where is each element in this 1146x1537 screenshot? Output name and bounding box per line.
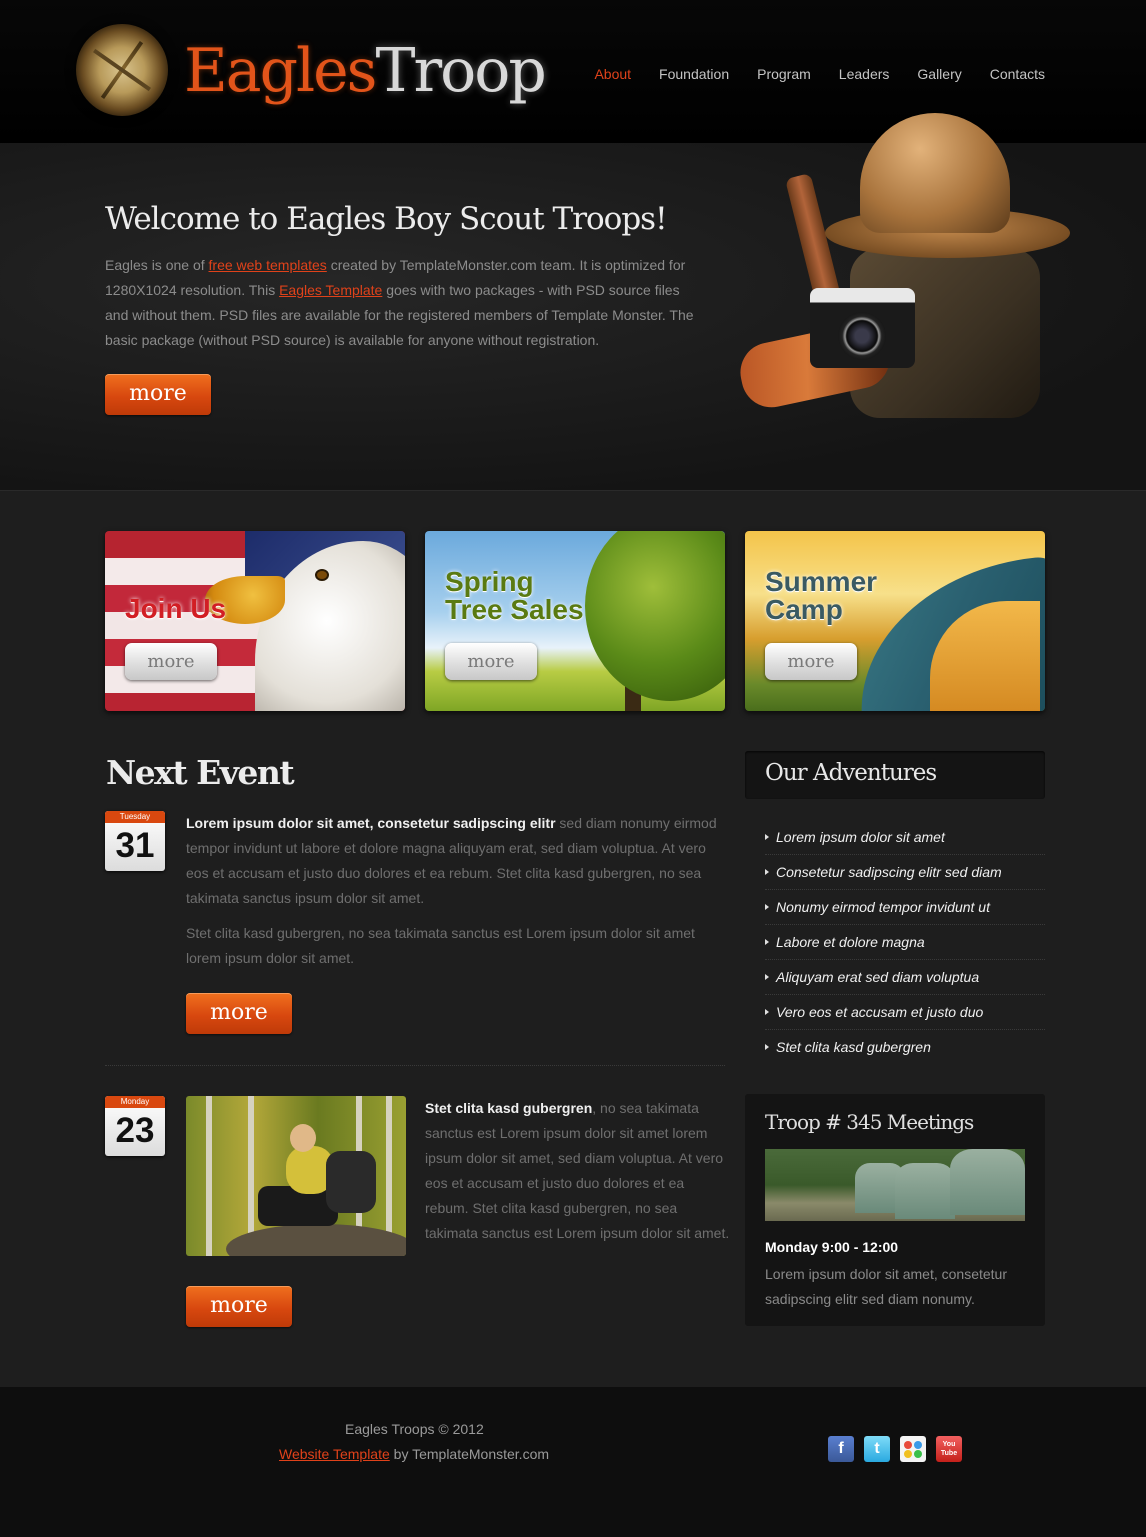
hero-section: Welcome to Eagles Boy Scout Troops! Eagl…: [0, 113, 1146, 491]
explorer-gear-image: [730, 113, 1075, 443]
promo-title-line1: Spring: [445, 566, 534, 597]
eagles-template-link[interactable]: Eagles Template: [279, 282, 382, 298]
promo-title: Join Us: [125, 595, 226, 623]
event-more-button[interactable]: more: [186, 1286, 292, 1327]
adventure-link[interactable]: Nonumy eirmod tempor invidunt ut: [765, 890, 1045, 925]
calendar-day-number: 31: [115, 826, 155, 865]
tent-shape: [895, 1163, 955, 1219]
promo-title: Summer Camp: [765, 568, 877, 624]
hero-title: Welcome to Eagles Boy Scout Troops!: [105, 201, 668, 237]
footer-credit: Website Template by TemplateMonster.com: [279, 1446, 549, 1462]
camera-illustration: [810, 288, 915, 368]
calendar-day-number: 23: [115, 1111, 155, 1150]
birch-trunk: [206, 1096, 212, 1256]
promo-title: Spring Tree Sales: [445, 568, 584, 624]
event-headline: Lorem ipsum dolor sit amet, consetetur s…: [186, 815, 556, 831]
logo-word-troop: Troop: [375, 36, 546, 106]
promo-join-us[interactable]: Join Us more: [105, 531, 405, 711]
meetings-time: Monday 9:00 - 12:00: [765, 1239, 899, 1255]
promo-summer-camp[interactable]: Summer Camp more: [745, 531, 1045, 711]
nav-contacts[interactable]: Contacts: [990, 66, 1045, 82]
nav-leaders[interactable]: Leaders: [839, 66, 890, 82]
meetings-box: Troop # 345 Meetings Monday 9:00 - 12:00…: [745, 1094, 1045, 1326]
event-body: , no sea takimata sanctus est Lorem ipsu…: [425, 1100, 730, 1241]
meetings-title: Troop # 345 Meetings: [765, 1110, 974, 1134]
promo-spring-tree-sales[interactable]: Spring Tree Sales more: [425, 531, 725, 711]
adventure-link[interactable]: Stet clita kasd gubergren: [765, 1030, 1045, 1065]
promo-title-line2: Camp: [765, 594, 843, 625]
hero-text-part1: Eagles is one of: [105, 257, 209, 273]
eagle-eye: [315, 569, 329, 581]
twitter-icon[interactable]: t: [864, 1436, 890, 1462]
main-nav: About Foundation Program Leaders Gallery…: [566, 66, 1045, 82]
youtube-label-tube: Tube: [940, 1450, 958, 1457]
promo-more-button[interactable]: more: [125, 643, 217, 680]
event-description-extra: Stet clita kasd gubergren, no sea takima…: [186, 925, 695, 966]
event-headline: Stet clita kasd gubergren: [425, 1100, 593, 1116]
nav-gallery[interactable]: Gallery: [917, 66, 961, 82]
adventures-header: Our Adventures: [745, 751, 1045, 799]
logo-text: EaglesTroop: [184, 36, 547, 106]
hero-text: Eagles is one of free web templates crea…: [105, 253, 705, 353]
meetings-text: Lorem ipsum dolor sit amet, consetetur s…: [765, 1266, 1007, 1307]
tree-image: [585, 531, 725, 701]
calendar-day-name: Monday: [105, 1096, 165, 1108]
calendar-date-badge: Monday 23: [105, 1096, 165, 1156]
hero-more-button[interactable]: more: [105, 374, 211, 415]
campsite-photo: [765, 1149, 1025, 1221]
promo-title-line1: Join Us: [125, 593, 227, 624]
adventure-link[interactable]: Vero eos et accusam et justo duo: [765, 995, 1045, 1030]
youtube-icon[interactable]: You Tube: [936, 1436, 962, 1462]
promo-more-button[interactable]: more: [445, 643, 537, 680]
free-web-templates-link[interactable]: free web templates: [209, 257, 327, 273]
next-event-title: Next Event: [106, 753, 295, 792]
site-logo[interactable]: EaglesTroop: [76, 24, 547, 120]
nav-about[interactable]: About: [594, 66, 631, 82]
event-description: Lorem ipsum dolor sit amet, consetetur s…: [186, 811, 726, 911]
boy-backpack: [326, 1151, 376, 1213]
nav-foundation[interactable]: Foundation: [659, 66, 729, 82]
website-template-link[interactable]: Website Template: [279, 1446, 390, 1462]
promo-more-button[interactable]: more: [765, 643, 857, 680]
promo-title-line2: Tree Sales: [445, 594, 584, 625]
site-footer: Eagles Troops © 2012 Website Template by…: [0, 1387, 1146, 1537]
event-more-button[interactable]: more: [186, 993, 292, 1034]
adventure-link[interactable]: Consetetur sadipscing elitr sed diam: [765, 855, 1045, 890]
boy-head: [290, 1124, 316, 1152]
youtube-label-you: You: [942, 1441, 956, 1448]
calendar-day-name: Tuesday: [105, 811, 165, 823]
compass-icon: [76, 24, 168, 116]
footer-copyright: Eagles Troops © 2012: [345, 1421, 484, 1437]
camera-lens: [838, 312, 886, 360]
adventure-link[interactable]: Labore et dolore magna: [765, 925, 1045, 960]
adventures-title: Our Adventures: [765, 760, 937, 786]
adventure-link[interactable]: Aliquyam erat sed diam voluptua: [765, 960, 1045, 995]
event-description: Stet clita kasd gubergren, no sea takima…: [425, 1096, 730, 1246]
nav-program[interactable]: Program: [757, 66, 811, 82]
picasa-icon[interactable]: [900, 1436, 926, 1462]
tent-shape: [950, 1149, 1025, 1215]
scout-boy-photo: [186, 1096, 406, 1256]
facebook-icon[interactable]: f: [828, 1436, 854, 1462]
adventures-list: Lorem ipsum dolor sit amet Consetetur sa…: [765, 820, 1045, 1065]
event-divider: [105, 1065, 725, 1066]
adventure-link[interactable]: Lorem ipsum dolor sit amet: [765, 820, 1045, 855]
promo-title-line1: Summer: [765, 566, 878, 597]
logo-word-eagles: Eagles: [184, 36, 377, 106]
helmet-illustration: [860, 113, 1010, 233]
footer-credit-suffix: by TemplateMonster.com: [389, 1446, 550, 1462]
calendar-date-badge: Tuesday 31: [105, 811, 165, 871]
